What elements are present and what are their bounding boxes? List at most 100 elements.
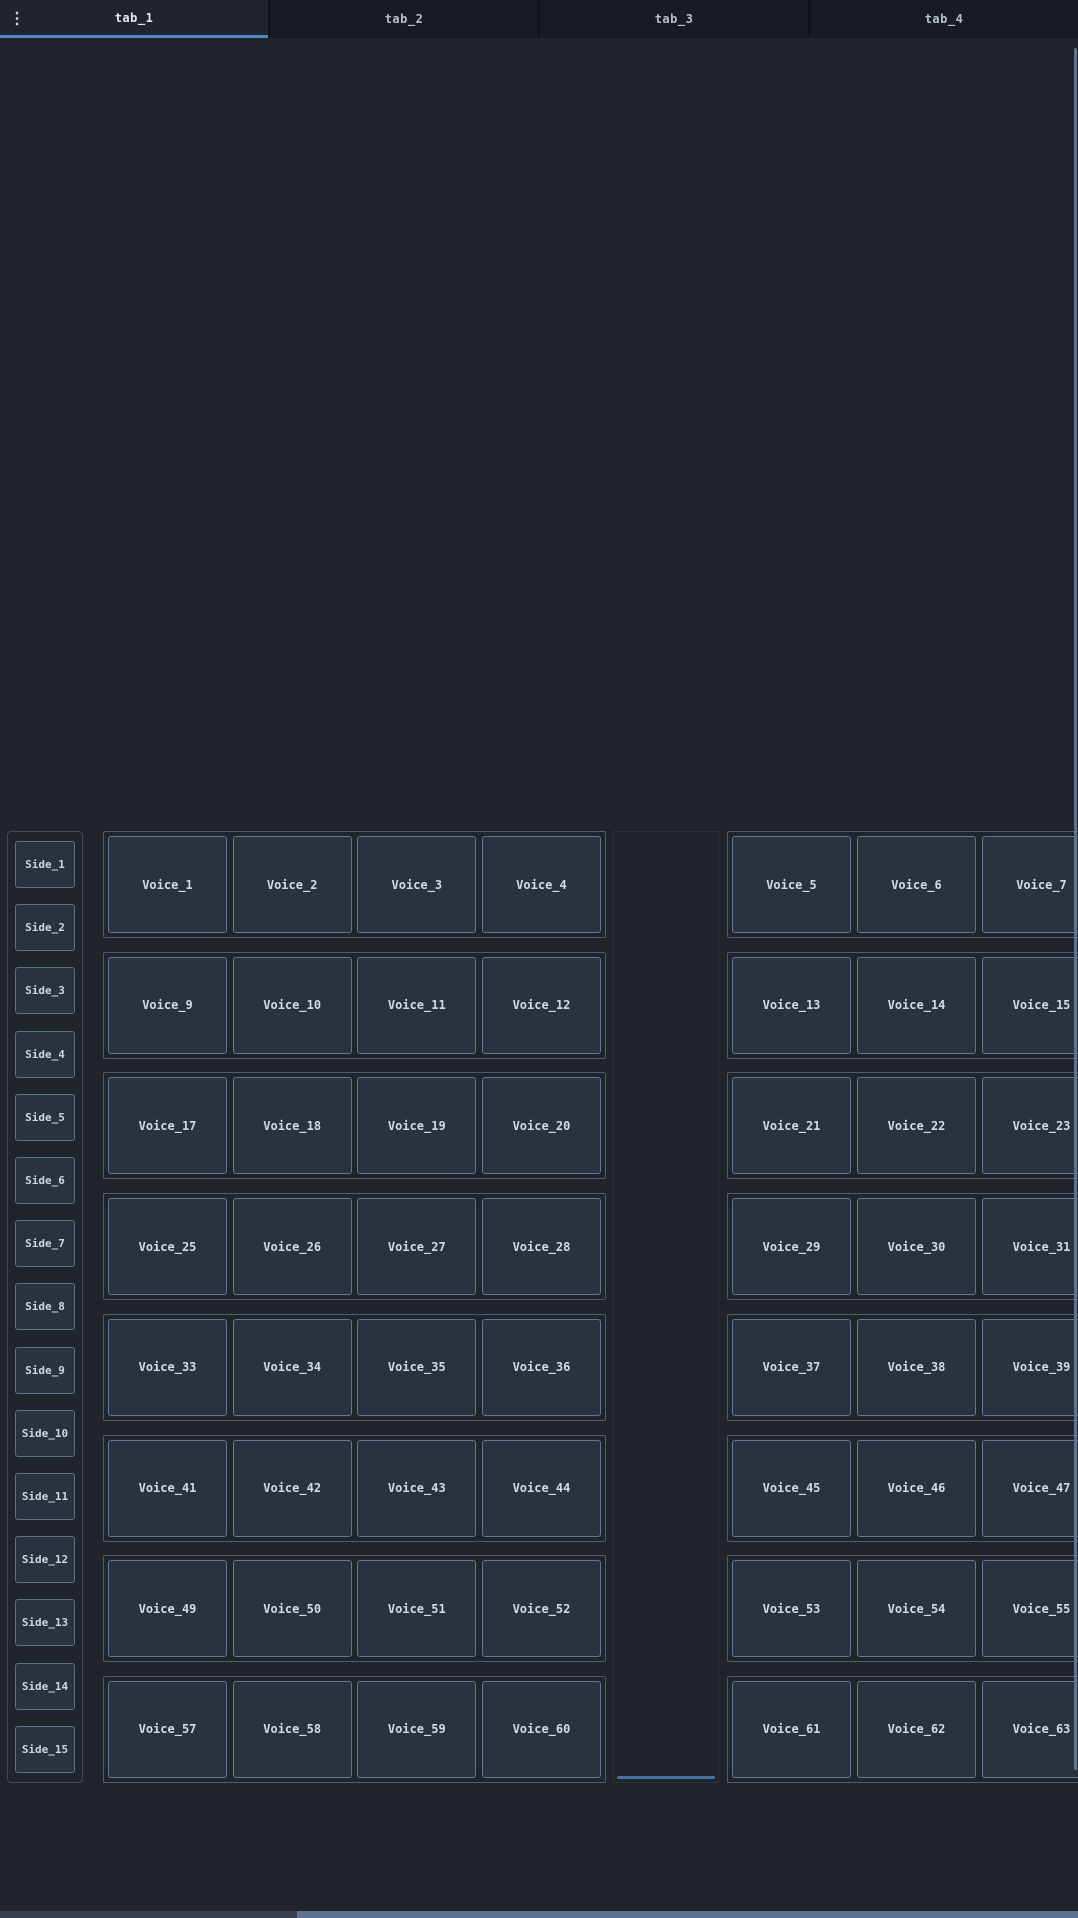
center-divider-panel [613, 831, 719, 1783]
voice-button[interactable]: Voice_41 [108, 1439, 227, 1537]
side-button[interactable]: Side_1 [15, 841, 75, 888]
tab-tab_2[interactable]: tab_2 [270, 0, 538, 38]
voice-button[interactable]: Voice_50 [232, 1560, 352, 1658]
voice-button[interactable]: Voice_6 [857, 836, 976, 933]
voice-button[interactable]: Voice_5 [732, 836, 851, 933]
side-button[interactable]: Side_9 [15, 1346, 75, 1394]
voice-button[interactable]: Voice_34 [232, 1318, 352, 1416]
voice-button[interactable]: Voice_58 [232, 1680, 352, 1778]
voice-button[interactable]: Voice_22 [857, 1077, 976, 1175]
side-button[interactable]: Side_11 [15, 1473, 75, 1521]
voice-button[interactable]: Voice_37 [732, 1318, 851, 1416]
divider-scrollbar-thumb[interactable] [617, 1776, 715, 1779]
tab-tab_1[interactable]: tab_1 [0, 0, 268, 38]
voice-button[interactable]: Voice_42 [232, 1439, 352, 1537]
voice-button[interactable]: Voice_49 [108, 1560, 227, 1658]
voice-button[interactable]: Voice_29 [732, 1198, 851, 1296]
side-button[interactable]: Side_10 [15, 1409, 75, 1457]
horizontal-scrollbar-track[interactable] [0, 1911, 297, 1918]
voice-button[interactable]: Voice_2 [232, 836, 352, 933]
voice-button-group: Voice_1 Voice_2 Voice_3 Voice_4 [103, 831, 606, 938]
side-button[interactable]: Side_12 [15, 1536, 75, 1584]
voice-button-group: Voice_41 Voice_42 Voice_43 Voice_44 [103, 1434, 606, 1542]
voice-button[interactable]: Voice_30 [857, 1198, 976, 1296]
voice-button[interactable]: Voice_20 [481, 1077, 601, 1175]
voice-button[interactable]: Voice_60 [481, 1680, 601, 1778]
side-button[interactable]: Side_7 [15, 1220, 75, 1268]
voice-button-group: Voice_53 Voice_54 Voice_55 [727, 1555, 1078, 1663]
voice-button-group: Voice_5 Voice_6 Voice_7 [727, 831, 1078, 938]
voice-button-group: Voice_25 Voice_26 Voice_27 Voice_28 [103, 1193, 606, 1301]
tab-tab_4[interactable]: tab_4 [810, 0, 1078, 38]
voice-button[interactable]: Voice_13 [732, 956, 851, 1054]
side-button[interactable]: Side_4 [15, 1030, 75, 1078]
voice-button[interactable]: Voice_53 [732, 1560, 851, 1658]
voice-button[interactable]: Voice_26 [232, 1198, 352, 1296]
side-button[interactable]: Side_5 [15, 1093, 75, 1141]
voice-button[interactable]: Voice_46 [857, 1439, 976, 1537]
voice-button[interactable]: Voice_23 [982, 1077, 1078, 1175]
voice-button-group: Voice_21 Voice_22 Voice_23 [727, 1072, 1078, 1180]
voice-button[interactable]: Voice_21 [732, 1077, 851, 1175]
voice-button-group: Voice_17 Voice_18 Voice_19 Voice_20 [103, 1072, 606, 1180]
voice-button[interactable]: Voice_39 [982, 1318, 1078, 1416]
voice-button[interactable]: Voice_47 [982, 1439, 1078, 1537]
voice-button[interactable]: Voice_3 [357, 836, 477, 933]
voice-button-group: Voice_29 Voice_30 Voice_31 [727, 1193, 1078, 1301]
voice-button-group: Voice_33 Voice_34 Voice_35 Voice_36 [103, 1313, 606, 1421]
voice-button[interactable]: Voice_17 [108, 1077, 227, 1175]
voice-button[interactable]: Voice_25 [108, 1198, 227, 1296]
voice-button[interactable]: Voice_59 [357, 1680, 477, 1778]
voice-button[interactable]: Voice_10 [232, 956, 352, 1054]
voice-button-group: Voice_49 Voice_50 Voice_51 Voice_52 [103, 1555, 606, 1663]
voice-button[interactable]: Voice_9 [108, 956, 227, 1054]
side-button[interactable]: Side_15 [15, 1725, 75, 1773]
voice-button[interactable]: Voice_36 [481, 1318, 601, 1416]
voice-button[interactable]: Voice_43 [357, 1439, 477, 1537]
tab-bar: ⋮ tab_1 tab_2 tab_3 tab_4 [0, 0, 1078, 38]
voice-button[interactable]: Voice_11 [357, 956, 477, 1054]
voice-button[interactable]: Voice_27 [357, 1198, 477, 1296]
left-voice-grid: Voice_1 Voice_2 Voice_3 Voice_4 Voice_9 Voice… [103, 831, 606, 1783]
voice-button[interactable]: Voice_31 [982, 1198, 1078, 1296]
voice-button-group: Voice_61 Voice_62 Voice_63 [727, 1675, 1078, 1783]
voice-button[interactable]: Voice_15 [982, 956, 1078, 1054]
voice-button[interactable]: Voice_18 [232, 1077, 352, 1175]
tab-tab_3[interactable]: tab_3 [540, 0, 808, 38]
voice-button[interactable]: Voice_44 [481, 1439, 601, 1537]
side-button-panel: Side_1 Side_2 Side_3 Side_4 Side_5 Side_6 Side… [7, 831, 83, 1783]
voice-button[interactable]: Voice_7 [982, 836, 1078, 933]
voice-button-group: Voice_57 Voice_58 Voice_59 Voice_60 [103, 1675, 606, 1783]
voice-button[interactable]: Voice_55 [982, 1560, 1078, 1658]
side-button[interactable]: Side_14 [15, 1662, 75, 1710]
voice-button[interactable]: Voice_19 [357, 1077, 477, 1175]
side-button[interactable]: Side_3 [15, 967, 75, 1015]
horizontal-scrollbar-thumb[interactable] [297, 1911, 1078, 1918]
voice-button[interactable]: Voice_61 [732, 1680, 851, 1778]
voice-button[interactable]: Voice_52 [481, 1560, 601, 1658]
voice-button[interactable]: Voice_38 [857, 1318, 976, 1416]
vertical-scrollbar-thumb[interactable] [1074, 48, 1077, 1770]
voice-button[interactable]: Voice_62 [857, 1680, 976, 1778]
side-button[interactable]: Side_2 [15, 904, 75, 952]
voice-button[interactable]: Voice_33 [108, 1318, 227, 1416]
voice-button-group: Voice_9 Voice_10 Voice_11 Voice_12 [103, 951, 606, 1059]
voice-button[interactable]: Voice_14 [857, 956, 976, 1054]
kebab-menu-icon[interactable]: ⋮ [9, 10, 25, 26]
side-button[interactable]: Side_8 [15, 1283, 75, 1331]
voice-button[interactable]: Voice_63 [982, 1680, 1078, 1778]
voice-button[interactable]: Voice_4 [481, 836, 601, 933]
voice-button-group: Voice_13 Voice_14 Voice_15 [727, 951, 1078, 1059]
side-button[interactable]: Side_6 [15, 1157, 75, 1205]
voice-button[interactable]: Voice_35 [357, 1318, 477, 1416]
voice-button[interactable]: Voice_28 [481, 1198, 601, 1296]
voice-button[interactable]: Voice_45 [732, 1439, 851, 1537]
voice-button[interactable]: Voice_57 [108, 1680, 227, 1778]
voice-button[interactable]: Voice_12 [481, 956, 601, 1054]
voice-button-group: Voice_45 Voice_46 Voice_47 [727, 1434, 1078, 1542]
voice-button[interactable]: Voice_1 [108, 836, 227, 933]
voice-button-group: Voice_37 Voice_38 Voice_39 [727, 1313, 1078, 1421]
side-button[interactable]: Side_13 [15, 1599, 75, 1647]
voice-button[interactable]: Voice_51 [357, 1560, 477, 1658]
voice-button[interactable]: Voice_54 [857, 1560, 976, 1658]
